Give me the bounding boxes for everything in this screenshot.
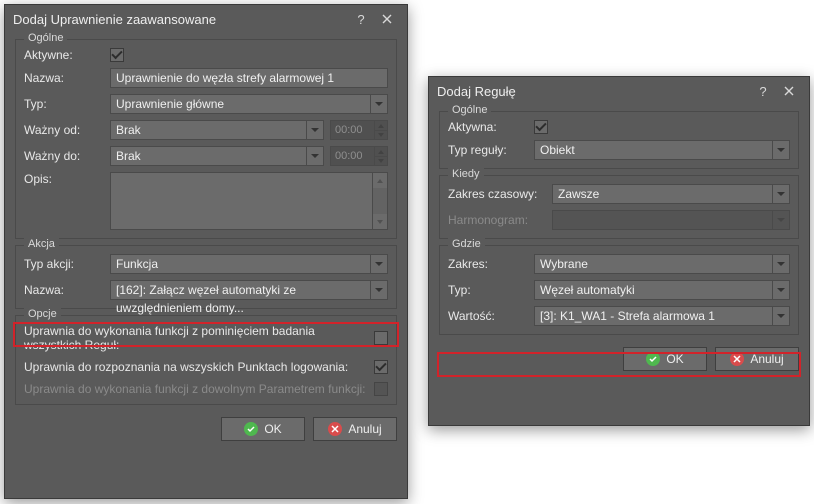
help-button[interactable]: ?: [349, 8, 373, 30]
schedule-label: Harmonogram:: [448, 213, 552, 227]
name-label: Nazwa:: [24, 71, 110, 85]
spin-down-icon: [374, 130, 388, 140]
value-dropdown-button[interactable]: [772, 306, 790, 326]
dialog-title: Dodaj Regułę: [437, 84, 749, 99]
action-type-label: Typ akcji:: [24, 257, 110, 271]
time-range-label: Zakres czasowy:: [448, 187, 552, 201]
action-name-dropdown-button[interactable]: [370, 280, 388, 300]
type-select[interactable]: Uprawnienie główne: [110, 94, 370, 114]
opt3-label: Uprawnia do wykonania funkcji z dowolnym…: [24, 382, 374, 396]
type-dropdown-button[interactable]: [772, 280, 790, 300]
opt2-checkbox[interactable]: [374, 360, 388, 374]
type-label: Typ:: [24, 97, 110, 111]
action-type-dropdown-button[interactable]: [370, 254, 388, 274]
dialog-title: Dodaj Uprawnienie zaawansowane: [13, 12, 347, 27]
active-label: Aktywne:: [24, 48, 110, 62]
schedule-dropdown-button: [772, 210, 790, 230]
group-where-label: Gdzie: [448, 238, 485, 250]
scroll-up-icon: [373, 173, 387, 188]
dialog-footer: OK Anuluj: [15, 411, 397, 441]
opt3-checkbox: [374, 382, 388, 396]
type-dropdown-button[interactable]: [370, 94, 388, 114]
description-label: Opis:: [24, 172, 110, 186]
opt1-label: Uprawnia do wykonania funkcji z pominięc…: [24, 324, 374, 352]
group-action: Akcja Typ akcji: Funkcja Nazwa: [162]: Z…: [15, 245, 397, 309]
group-general-label: Ogólne: [448, 104, 491, 116]
schedule-select: [552, 210, 772, 230]
value-label: Wartość:: [448, 309, 534, 323]
time-range-select[interactable]: Zawsze: [552, 184, 772, 204]
range-select[interactable]: Wybrane: [534, 254, 772, 274]
rule-type-label: Typ reguły:: [448, 143, 534, 157]
valid-to-label: Ważny do:: [24, 149, 110, 163]
ok-button-label: OK: [666, 352, 683, 366]
cancel-button[interactable]: Anuluj: [313, 417, 397, 441]
cancel-button[interactable]: Anuluj: [715, 347, 799, 371]
textarea-scrollbar[interactable]: [372, 172, 388, 230]
group-general: Ogólne Aktywne: Nazwa: Uprawnienie do wę…: [15, 39, 397, 239]
rule-type-select[interactable]: Obiekt: [534, 140, 772, 160]
titlebar: Dodaj Uprawnienie zaawansowane ?: [5, 5, 407, 33]
action-name-label: Nazwa:: [24, 283, 110, 297]
rule-type-dropdown-button[interactable]: [772, 140, 790, 160]
spin-up-icon: [374, 146, 388, 156]
close-button[interactable]: [777, 80, 801, 102]
valid-from-label: Ważny od:: [24, 123, 110, 137]
close-icon: [730, 352, 744, 366]
valid-to-dropdown-button[interactable]: [306, 146, 324, 166]
cancel-button-label: Anuluj: [750, 352, 783, 366]
type-select[interactable]: Węzeł automatyki: [534, 280, 772, 300]
valid-from-time-spinner: [374, 120, 388, 140]
range-dropdown-button[interactable]: [772, 254, 790, 274]
time-range-dropdown-button[interactable]: [772, 184, 790, 204]
dialog-body: Ogólne Aktywna: Typ reguły: Obiekt Kiedy…: [429, 105, 809, 381]
active-label: Aktywna:: [448, 120, 534, 134]
close-button[interactable]: [375, 8, 399, 30]
active-checkbox[interactable]: [110, 48, 124, 62]
group-options-label: Opcje: [24, 308, 61, 320]
cancel-button-label: Anuluj: [348, 422, 381, 436]
group-where: Gdzie Zakres: Wybrane Typ: Węzeł automat…: [439, 245, 799, 335]
group-general-label: Ogólne: [24, 32, 67, 44]
action-name-select[interactable]: [162]: Załącz węzeł automatyki ze uwzglę…: [110, 280, 370, 300]
opt2-label: Uprawnia do rozpoznania na wszyskich Pun…: [24, 360, 374, 374]
valid-from-time: 00:00: [330, 120, 374, 140]
ok-button-label: OK: [264, 422, 281, 436]
scroll-track: [373, 188, 387, 214]
group-when: Kiedy Zakres czasowy: Zawsze Harmonogram…: [439, 175, 799, 239]
value-select[interactable]: [3]: K1_WA1 - Strefa alarmowa 1: [534, 306, 772, 326]
add-advanced-permission-dialog: Dodaj Uprawnienie zaawansowane ? Ogólne …: [4, 4, 408, 499]
valid-from-select[interactable]: Brak: [110, 120, 306, 140]
group-general: Ogólne Aktywna: Typ reguły: Obiekt: [439, 111, 799, 169]
valid-to-time: 00:00: [330, 146, 374, 166]
check-icon: [646, 352, 660, 366]
description-textarea[interactable]: [110, 172, 372, 230]
active-checkbox[interactable]: [534, 120, 548, 134]
ok-button[interactable]: OK: [221, 417, 305, 441]
action-type-select[interactable]: Funkcja: [110, 254, 370, 274]
valid-to-time-spinner: [374, 146, 388, 166]
valid-to-select[interactable]: Brak: [110, 146, 306, 166]
dialog-body: Ogólne Aktywne: Nazwa: Uprawnienie do wę…: [5, 33, 407, 451]
opt1-checkbox[interactable]: [374, 331, 388, 345]
close-icon: [328, 422, 342, 436]
valid-from-dropdown-button[interactable]: [306, 120, 324, 140]
type-label: Typ:: [448, 283, 534, 297]
spin-down-icon: [374, 156, 388, 166]
add-rule-dialog: Dodaj Regułę ? Ogólne Aktywna: Typ reguł…: [428, 76, 810, 426]
group-options: Opcje Uprawnia do wykonania funkcji z po…: [15, 315, 397, 405]
help-button[interactable]: ?: [751, 80, 775, 102]
dialog-footer: OK Anuluj: [439, 341, 799, 371]
scroll-down-icon: [373, 214, 387, 229]
check-icon: [244, 422, 258, 436]
titlebar: Dodaj Regułę ?: [429, 77, 809, 105]
spin-up-icon: [374, 120, 388, 130]
range-label: Zakres:: [448, 257, 534, 271]
ok-button[interactable]: OK: [623, 347, 707, 371]
group-when-label: Kiedy: [448, 168, 484, 180]
group-action-label: Akcja: [24, 238, 59, 250]
name-input[interactable]: Uprawnienie do węzła strefy alarmowej 1: [110, 68, 388, 88]
